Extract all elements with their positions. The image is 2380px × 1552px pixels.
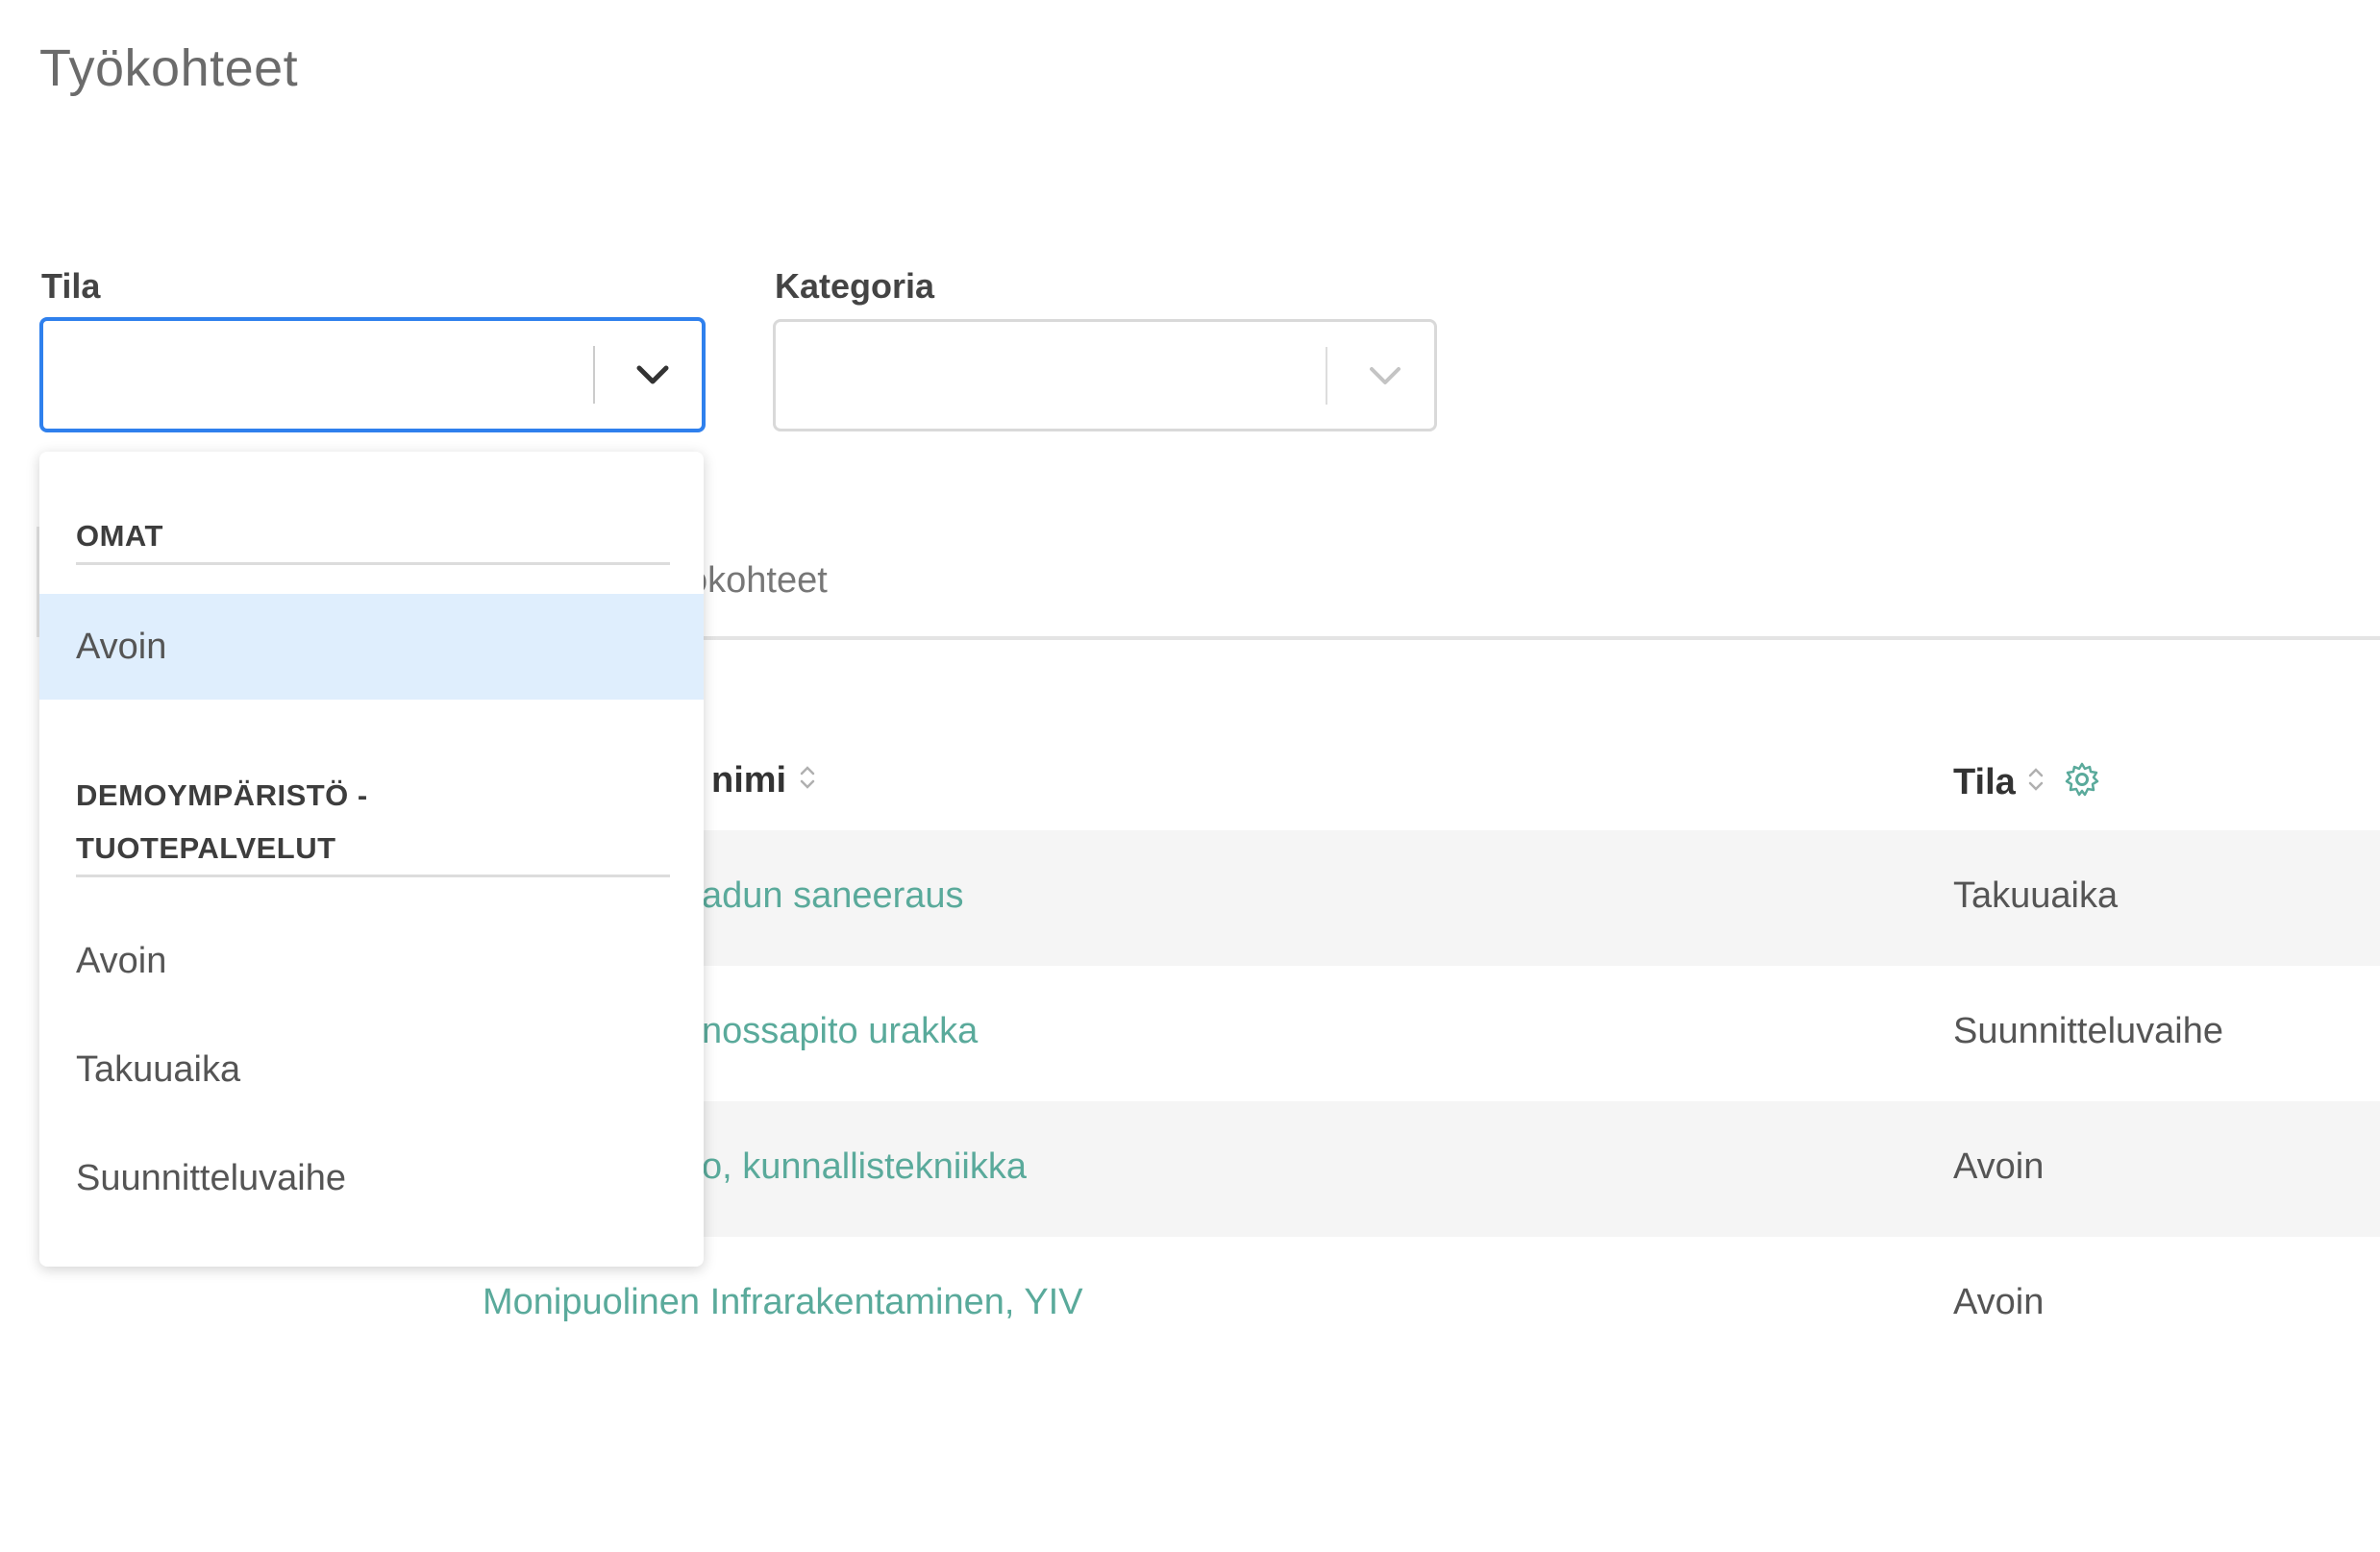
work-site-status: Takuuaika bbox=[1953, 875, 2119, 916]
table-row[interactable]: o, kunnallistekniikka Avoin bbox=[634, 1101, 2380, 1237]
page-title: Työkohteet bbox=[39, 39, 299, 97]
dropdown-option-avoin[interactable]: Avoin bbox=[39, 908, 704, 1014]
select-separator bbox=[1326, 347, 1327, 405]
category-filter-label: Kategoria bbox=[775, 266, 935, 306]
work-site-status: Avoin bbox=[1953, 1282, 2045, 1322]
status-filter-select[interactable] bbox=[39, 317, 706, 432]
sort-icon[interactable] bbox=[2025, 762, 2046, 806]
tabs-divider bbox=[634, 636, 2380, 640]
dropdown-group-header: DEMOYMPÄRISTÖ - TUOTEPALVELUT bbox=[76, 769, 670, 877]
dropdown-group-header-line: TUOTEPALVELUT bbox=[76, 831, 336, 865]
column-header-status[interactable]: Tila bbox=[1953, 760, 2101, 808]
category-filter-select[interactable] bbox=[773, 319, 1437, 431]
status-dropdown-menu: OMAT Avoin DEMOYMPÄRISTÖ - TUOTEPALVELUT… bbox=[39, 452, 704, 1267]
work-site-name-link[interactable]: o, kunnallistekniikka bbox=[702, 1146, 1027, 1188]
chevron-down-icon[interactable] bbox=[1356, 347, 1414, 405]
select-separator bbox=[593, 346, 595, 404]
tab-work-sites[interactable]: ökohteet bbox=[687, 560, 828, 602]
status-filter-label: Tila bbox=[41, 266, 101, 306]
gear-icon[interactable] bbox=[2063, 760, 2101, 808]
column-header-status-label: Tila bbox=[1953, 762, 2016, 803]
dropdown-option-avoin[interactable]: Avoin bbox=[39, 594, 704, 700]
table-row[interactable]: nossapito urakka Suunnitteluvaihe bbox=[634, 966, 2380, 1101]
work-site-status: Avoin bbox=[1953, 1146, 2045, 1187]
dropdown-option-takuuaika[interactable]: Takuuaika bbox=[39, 1017, 704, 1122]
table-row[interactable]: Monipuolinen Infrarakentaminen, YIV Avoi… bbox=[483, 1237, 2380, 1372]
work-site-name-link[interactable]: Monipuolinen Infrarakentaminen, YIV bbox=[483, 1282, 1083, 1323]
column-header-name[interactable]: nimi bbox=[711, 760, 818, 804]
work-site-name-link[interactable]: nossapito urakka bbox=[702, 1011, 978, 1052]
dropdown-group-header: OMAT bbox=[76, 509, 670, 565]
dropdown-group-header-line: DEMOYMPÄRISTÖ - bbox=[76, 778, 368, 812]
column-header-name-label: nimi bbox=[711, 760, 787, 801]
table-row[interactable]: adun saneeraus Takuuaika bbox=[634, 830, 2380, 966]
work-site-name-link[interactable]: adun saneeraus bbox=[702, 875, 964, 917]
chevron-down-icon[interactable] bbox=[624, 346, 682, 404]
sort-icon[interactable] bbox=[797, 760, 818, 804]
dropdown-option-suunnitteluvaihe[interactable]: Suunnitteluvaihe bbox=[39, 1125, 704, 1231]
work-site-status: Suunnitteluvaihe bbox=[1953, 1011, 2223, 1051]
